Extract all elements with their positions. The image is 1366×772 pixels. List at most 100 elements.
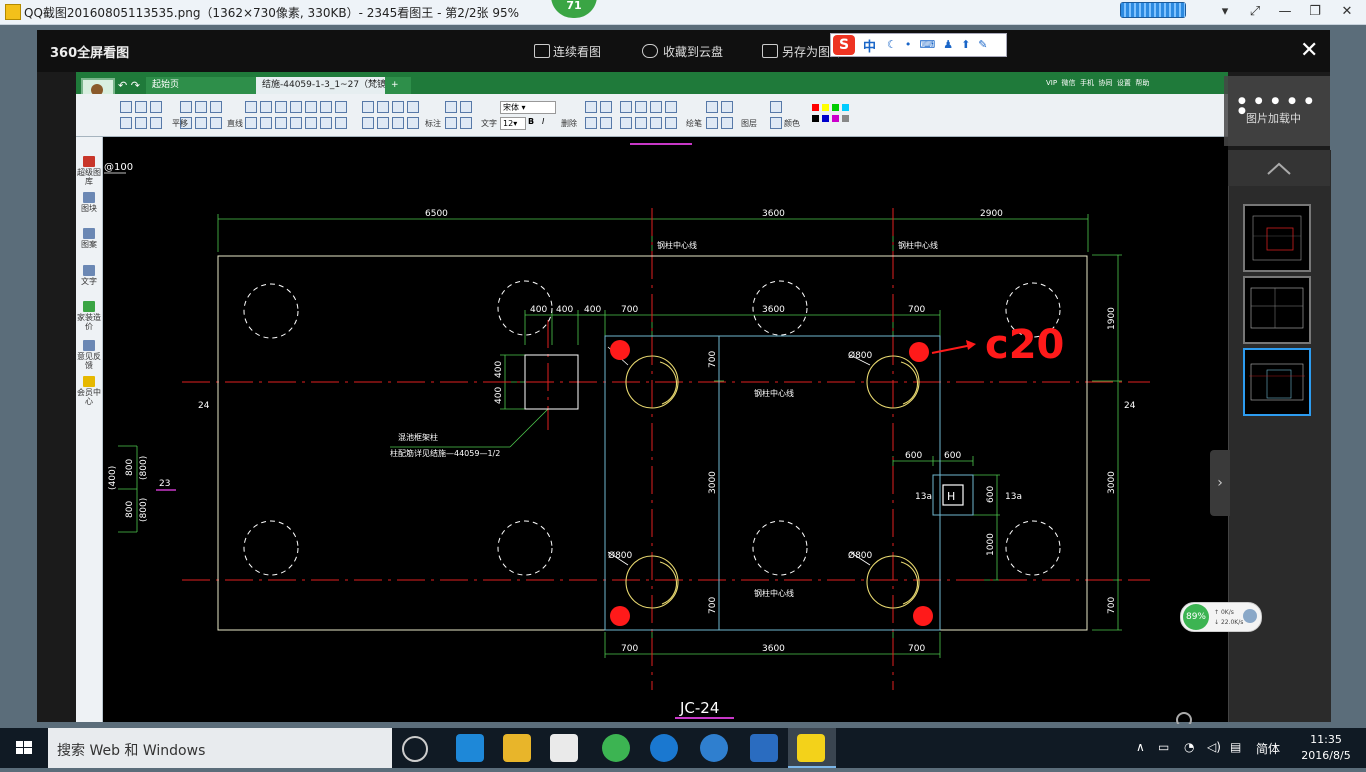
undo-redo-icons[interactable]: ↶ ↷ (118, 79, 140, 92)
network-widget[interactable]: 89% ↑ 0K/s ↓ 22.0K/s (1180, 602, 1262, 632)
taskbar-app-icon[interactable] (750, 734, 778, 762)
sidebar-item-gallery[interactable]: 超级图库 (77, 156, 101, 186)
cad-top-right-menu[interactable]: VIP 微信 手机 协同 设置 帮助 (1046, 78, 1149, 88)
sidebar-item-cost[interactable]: 家装造价 (77, 301, 101, 331)
toolbar-tool-icon[interactable] (770, 101, 782, 113)
tab-start[interactable]: 起始页 (146, 77, 258, 94)
toolbar-tool-icon[interactable] (460, 117, 472, 129)
toolbar-tool-icon[interactable] (585, 117, 597, 129)
toolbar-tool-icon[interactable] (460, 101, 472, 113)
thumbnail-1[interactable] (1243, 204, 1311, 272)
toolbar-tool-icon[interactable] (377, 101, 389, 113)
color-swatch[interactable] (832, 115, 839, 122)
color-swatch[interactable] (842, 115, 849, 122)
search-box[interactable]: 搜索 Web 和 Windows (48, 728, 392, 768)
delete-label[interactable]: 删除 (561, 118, 577, 129)
thumbnail-scroll-up[interactable] (1228, 150, 1330, 186)
layer-label[interactable]: 图层 (741, 118, 757, 129)
toolbar-tool-icon[interactable] (320, 101, 332, 113)
taskbar-browser2-icon[interactable] (700, 734, 728, 762)
toolbar-tool-icon[interactable] (721, 101, 733, 113)
color-swatch[interactable] (812, 104, 819, 111)
bold-button[interactable]: B (528, 117, 534, 126)
fullscreen-icon[interactable]: ⤢ (1242, 2, 1268, 22)
taskbar-browser-icon[interactable] (650, 734, 678, 762)
color-swatch[interactable] (812, 115, 819, 122)
toolbar-tool-icon[interactable] (392, 101, 404, 113)
ime-mode[interactable]: 中 (863, 36, 876, 55)
thumbnail-3[interactable] (1243, 348, 1311, 416)
sidebar-item-patterns[interactable]: 图案 (77, 228, 101, 249)
taskbar-edge-icon[interactable] (456, 734, 484, 762)
toolbar-tool-icon[interactable] (245, 117, 257, 129)
tray-battery-icon[interactable]: ▭ (1158, 740, 1169, 754)
toolbar-tool-icon[interactable] (600, 101, 612, 113)
toolbar-tool-icon[interactable] (721, 117, 733, 129)
zoom-icon[interactable] (1176, 712, 1196, 724)
toolbar-tool-icon[interactable] (706, 101, 718, 113)
toolbar-tool-icon[interactable] (620, 117, 632, 129)
toolbar-tool-icon[interactable] (150, 117, 162, 129)
toolbar-tool-icon[interactable] (635, 117, 647, 129)
text-label[interactable]: 文字 (481, 118, 497, 129)
toolbar-tool-icon[interactable] (195, 117, 207, 129)
toolbar-tool-icon[interactable] (260, 101, 272, 113)
toolbar-tool-icon[interactable] (377, 117, 389, 129)
toolbar-tool-icon[interactable] (305, 101, 317, 113)
sidebar-item-text[interactable]: 文字 (77, 265, 101, 286)
settings-link[interactable]: 设置 (1117, 79, 1131, 87)
toolbar-tool-icon[interactable] (210, 117, 222, 129)
toolbar-tool-icon[interactable] (620, 101, 632, 113)
toolbar-tool-icon[interactable] (635, 101, 647, 113)
color-swatch[interactable] (832, 104, 839, 111)
tray-chevron-icon[interactable]: ∧ (1136, 740, 1145, 754)
help-link[interactable]: 帮助 (1135, 79, 1149, 87)
vip-link[interactable]: VIP (1046, 79, 1057, 87)
toolbar-tool-icon[interactable] (392, 117, 404, 129)
sogou-icon[interactable]: S (833, 35, 855, 55)
tray-ime[interactable]: 简体 (1256, 740, 1280, 757)
toolbar-tool-icon[interactable] (407, 117, 419, 129)
ime-tools-icons[interactable]: ☾•⌨♟⬆✎ (887, 38, 996, 51)
toolbar-tool-icon[interactable] (320, 117, 332, 129)
toolbar-tool-icon[interactable] (120, 117, 132, 129)
toolbar-tool-icon[interactable] (305, 117, 317, 129)
toolbar-tool-icon[interactable] (335, 101, 347, 113)
phone-link[interactable]: 手机 (1080, 79, 1094, 87)
taskbar-360-icon[interactable] (602, 734, 630, 762)
toolbar-tool-icon[interactable] (290, 117, 302, 129)
toolbar-tool-icon[interactable] (362, 101, 374, 113)
collab-link[interactable]: 协同 (1098, 79, 1112, 87)
start-button[interactable] (0, 728, 48, 768)
toolbar-tool-icon[interactable] (290, 101, 302, 113)
italic-button[interactable]: I (542, 117, 544, 126)
restore-button[interactable]: ❐ (1302, 2, 1328, 22)
color-swatch[interactable] (822, 104, 829, 111)
toolbar-tool-icon[interactable] (650, 117, 662, 129)
font-select[interactable]: 宋体 ▾ (500, 101, 556, 114)
tab-add[interactable]: + (385, 77, 411, 94)
color-swatch[interactable] (842, 104, 849, 111)
toolbar-tool-icon[interactable] (150, 101, 162, 113)
sidebar-item-blocks[interactable]: 图块 (77, 192, 101, 213)
toolbar-tool-icon[interactable] (195, 101, 207, 113)
tray-notification-icon[interactable]: ▤ (1230, 740, 1241, 754)
taskbar-2345viewer-icon[interactable] (797, 734, 825, 762)
sidebar-item-member[interactable]: 会员中心 (77, 376, 101, 406)
save-to-cloud-button[interactable]: 收藏到云盘 (663, 43, 723, 60)
taskbar-cortana-icon[interactable] (402, 736, 428, 762)
toolbar-tool-icon[interactable] (445, 101, 457, 113)
taskbar-store-icon[interactable] (550, 734, 578, 762)
pan-label[interactable]: 平移 (172, 118, 188, 129)
toolbar-tool-icon[interactable] (706, 117, 718, 129)
font-size-select[interactable]: 12▾ (500, 117, 526, 130)
toolbar-tool-icon[interactable] (275, 101, 287, 113)
close-button[interactable]: ✕ (1334, 2, 1360, 22)
toolbar-tool-icon[interactable] (245, 101, 257, 113)
toolbar-tool-icon[interactable] (275, 117, 287, 129)
toolbar-tool-icon[interactable] (180, 101, 192, 113)
brush-label[interactable]: 绘笔 (686, 118, 702, 129)
toolbar-tool-icon[interactable] (135, 117, 147, 129)
toolbar-tool-icon[interactable] (600, 117, 612, 129)
dimension-label[interactable]: 标注 (425, 118, 441, 129)
